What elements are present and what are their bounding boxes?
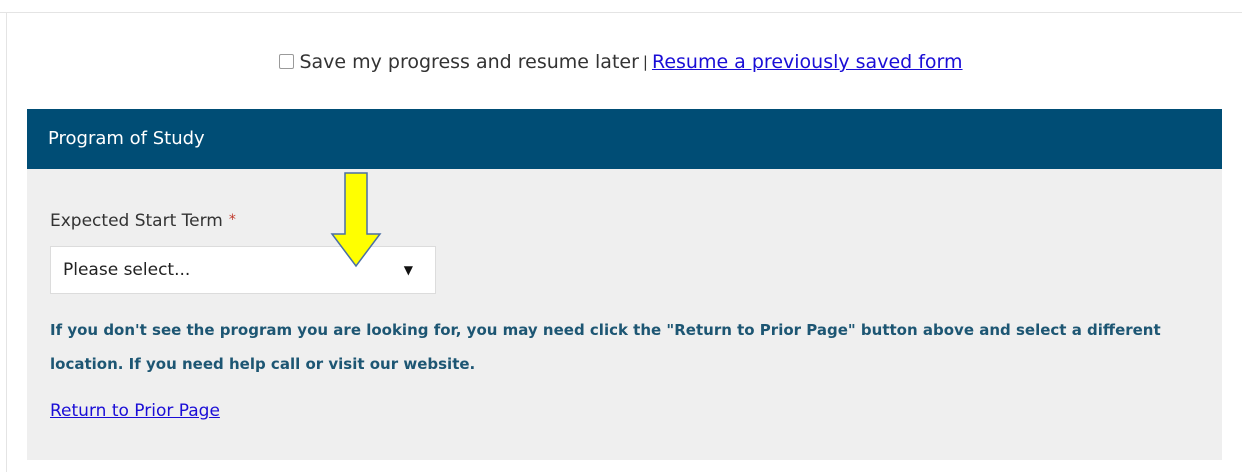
resume-saved-form-link[interactable]: Resume a previously saved form	[652, 51, 963, 73]
start-term-selected-value: Please select...	[63, 260, 191, 280]
required-marker: *	[228, 212, 236, 228]
chevron-down-icon: ▼	[403, 263, 413, 277]
section-body: Expected Start Term * Please select... ▼ …	[27, 169, 1222, 460]
save-progress-checkbox[interactable]	[279, 54, 295, 69]
help-message: If you don't see the program you are loo…	[50, 321, 1161, 373]
section-title: Program of Study	[48, 128, 205, 149]
return-to-prior-page-link[interactable]: Return to Prior Page	[50, 401, 220, 421]
separator: |	[642, 53, 648, 71]
top-divider	[0, 12, 1242, 13]
section-header: Program of Study	[27, 109, 1222, 169]
save-progress-label[interactable]: Save my progress and resume later	[299, 51, 638, 73]
form-page: Save my progress and resume later | Resume…	[0, 0, 1242, 472]
arrow-down-icon	[330, 172, 382, 268]
start-term-label-text: Expected Start Term	[50, 211, 223, 231]
left-divider	[6, 12, 7, 472]
save-progress-bar: Save my progress and resume later | Resume…	[0, 48, 1242, 76]
start-term-label: Expected Start Term *	[50, 211, 236, 231]
